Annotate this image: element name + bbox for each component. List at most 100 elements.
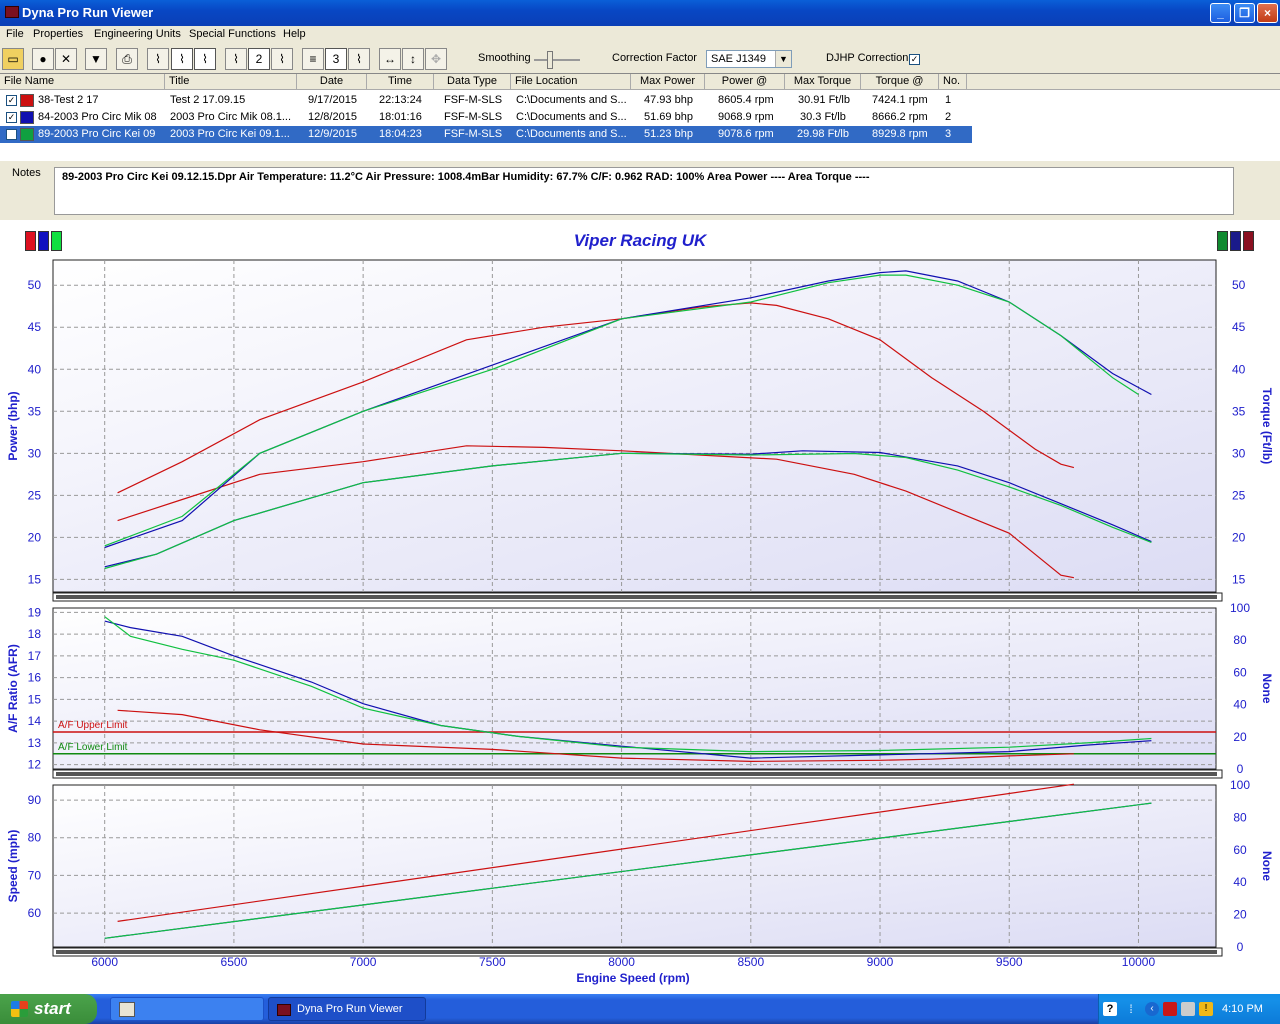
zoom-y-icon[interactable]: ↕: [402, 48, 424, 70]
y-axis-label-right: Torque (Ft/lb): [1260, 388, 1274, 464]
panel-scrollbar-thumb: [56, 950, 1217, 954]
col-power-at[interactable]: Power @: [705, 74, 785, 90]
table-row[interactable]: ✓ 38-Test 2 17 Test 2 17.09.15 9/17/2015…: [0, 92, 972, 109]
minimize-button[interactable]: _: [1210, 3, 1231, 23]
app-icon: [5, 6, 19, 18]
warning-icon[interactable]: !: [1199, 1002, 1213, 1016]
run-color-swatch[interactable]: [20, 94, 34, 107]
shield-icon[interactable]: [1163, 1002, 1177, 1016]
col-time[interactable]: Time: [367, 74, 434, 90]
graph-stack-icon[interactable]: ⌇: [348, 48, 370, 70]
y-tick-label-right: 60: [1233, 665, 1247, 679]
x-tick-label: 10000: [1122, 955, 1156, 969]
cell-title: 2003 Pro Circ Kei 09.1...: [170, 128, 290, 140]
smoothing-label: Smoothing: [478, 52, 531, 64]
y-tick-label-right: 20: [1233, 730, 1247, 744]
graph-three-icon[interactable]: 3: [325, 48, 347, 70]
djhp-checkbox[interactable]: ✓: [909, 54, 920, 65]
y-tick-label-right: 100: [1230, 778, 1250, 792]
zoom-x-icon[interactable]: ↔: [379, 48, 401, 70]
cell-title: Test 2 17.09.15: [170, 94, 246, 106]
col-date[interactable]: Date: [297, 74, 367, 90]
chevron-down-icon[interactable]: ▼: [775, 51, 791, 67]
col-no[interactable]: No.: [939, 74, 967, 90]
row-checkbox[interactable]: ✓: [6, 112, 17, 123]
menu-properties[interactable]: Properties: [33, 28, 83, 40]
row-checkbox[interactable]: ✓: [6, 95, 17, 106]
menu-special-functions[interactable]: Special Functions: [189, 28, 276, 40]
row-checkbox[interactable]: ✓: [6, 129, 17, 140]
cell-location: C:\Documents and S...: [516, 128, 627, 140]
filter-icon[interactable]: ▼: [85, 48, 107, 70]
col-max-power[interactable]: Max Power: [631, 74, 705, 90]
col-file-name[interactable]: File Name: [0, 74, 165, 90]
y-axis-label-left: Speed (mph): [6, 830, 20, 903]
open-file-icon[interactable]: ▭: [2, 48, 24, 70]
cell-file: 38-Test 2 17: [38, 94, 99, 106]
col-torque-at[interactable]: Torque @: [861, 74, 939, 90]
cell-torque-at: 8929.8 rpm: [872, 128, 928, 140]
chevron-left-icon[interactable]: ‹: [1145, 1002, 1159, 1016]
col-data-type[interactable]: Data Type: [434, 74, 511, 90]
cell-type: FSF-M-SLS: [444, 111, 503, 123]
graph-overlay-icon[interactable]: ⌇: [271, 48, 293, 70]
notes-text[interactable]: 89-2003 Pro Circ Kei 09.12.15.Dpr Air Te…: [54, 167, 1234, 215]
col-file-location[interactable]: File Location: [511, 74, 631, 90]
djhp-correction-label: DJHP Correction: [826, 52, 909, 64]
taskbar-dyna-pro[interactable]: Dyna Pro Run Viewer: [268, 997, 426, 1021]
table-row[interactable]: ✓ 84-2003 Pro Circ Mik 08 2003 Pro Circ …: [0, 109, 972, 126]
cell-max-torque: 30.3 Ft/lb: [800, 111, 846, 123]
menu-file[interactable]: File: [6, 28, 24, 40]
smoothing-slider-thumb[interactable]: [547, 51, 553, 69]
y-axis-label-left: A/F Ratio (AFR): [6, 644, 20, 733]
run-color-swatch[interactable]: [20, 111, 34, 124]
close-button[interactable]: ×: [1257, 3, 1278, 23]
maximize-button[interactable]: ❐: [1234, 3, 1255, 23]
fit-icon[interactable]: ✥: [425, 48, 447, 70]
globe-icon[interactable]: ●: [32, 48, 54, 70]
col-title[interactable]: Title: [165, 74, 297, 90]
graph-grid-icon[interactable]: ≡: [302, 48, 324, 70]
dyno-chart[interactable]: Air Correction SAE J1349DJHP Corrected P…: [0, 220, 1280, 994]
correction-factor-select[interactable]: SAE J1349 ▼: [706, 50, 792, 68]
y-tick-label: 35: [28, 404, 42, 418]
toolbar: ▭ ● ✕ ▼ ⎙ ⌇ ⌇ ⌇ ⌇ 2 ⌇ ≡ 3 ⌇ ↔ ↕ ✥ Smooth…: [0, 46, 1280, 74]
y-tick-label: 25: [28, 488, 42, 502]
x-tick-label: 8000: [608, 955, 635, 969]
delete-icon[interactable]: ✕: [55, 48, 77, 70]
graph-power-icon[interactable]: ⌇: [147, 48, 169, 70]
x-tick-label: 7500: [479, 955, 506, 969]
y-tick-label: 70: [28, 868, 42, 882]
taskbar-quicklaunch[interactable]: [110, 997, 264, 1021]
cell-date: 12/9/2015: [308, 128, 357, 140]
cell-power-at: 8605.4 rpm: [718, 94, 774, 106]
y-tick-label-right: 35: [1232, 404, 1246, 418]
app-icon: [277, 1004, 291, 1016]
panel-scrollbar-thumb: [56, 595, 1217, 599]
cell-power-at: 9078.6 rpm: [718, 128, 774, 140]
menu-engineering-units[interactable]: Engineering Units: [94, 28, 181, 40]
cell-max-power: 47.93 bhp: [644, 94, 693, 106]
graph-both-icon[interactable]: ⌇: [194, 48, 216, 70]
graph-two-icon[interactable]: 2: [248, 48, 270, 70]
y-tick-label: 14: [28, 714, 42, 728]
col-max-torque[interactable]: Max Torque: [785, 74, 861, 90]
menu-help[interactable]: Help: [283, 28, 306, 40]
cell-no: 2: [945, 111, 952, 123]
notes-label: Notes: [12, 167, 41, 179]
network-connection-icon[interactable]: [1181, 1002, 1195, 1016]
y-tick-label: 50: [28, 278, 42, 292]
graph-single-icon[interactable]: ⌇: [225, 48, 247, 70]
network-icon[interactable]: ⁞: [1124, 1002, 1138, 1016]
x-axis-label: Engine Speed (rpm): [576, 971, 689, 985]
help-icon[interactable]: ?: [1103, 1002, 1117, 1016]
graph-torque-icon[interactable]: ⌇: [171, 48, 193, 70]
smoothing-slider-track[interactable]: [534, 59, 580, 61]
table-row-selected[interactable]: ✓ 89-2003 Pro Circ Kei 09 2003 Pro Circ …: [0, 126, 972, 143]
cell-type: FSF-M-SLS: [444, 94, 503, 106]
cell-file: 84-2003 Pro Circ Mik 08: [38, 111, 157, 123]
run-color-swatch[interactable]: [20, 128, 34, 141]
print-icon[interactable]: ⎙: [116, 48, 138, 70]
correction-factor-label: Correction Factor: [612, 52, 697, 64]
start-button[interactable]: start: [0, 994, 97, 1024]
